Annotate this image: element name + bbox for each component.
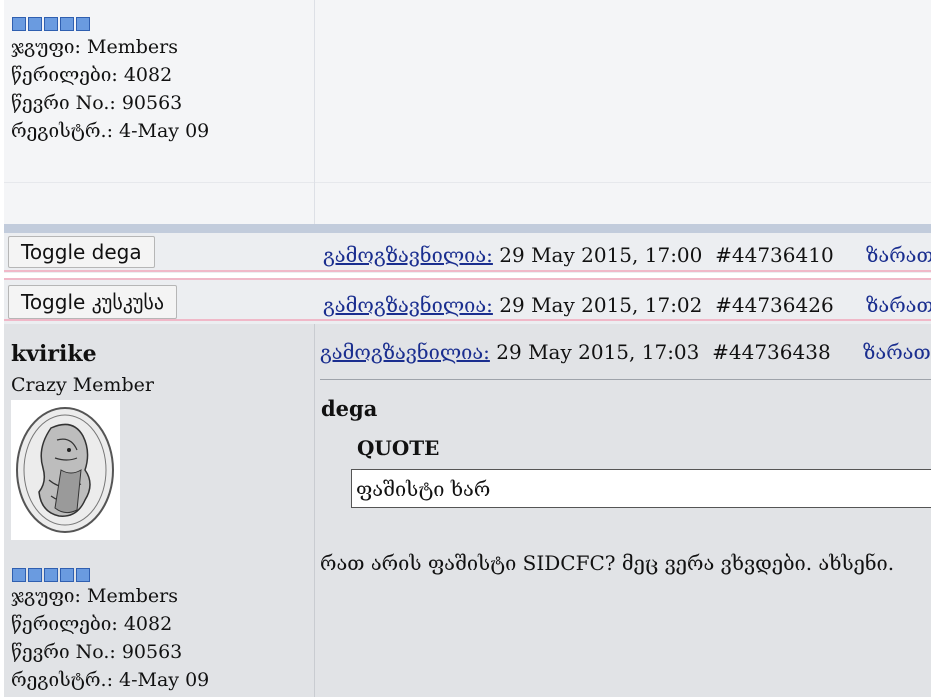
avatar — [11, 400, 120, 540]
post-meta: გამოგზავნილია: 29 May 2015, 17:03 #44736… — [320, 340, 931, 364]
user-post-count: წერილები: 4082 — [11, 613, 173, 635]
top-post-user-panel: ჯგუფი: Members წერილები: 4082 წევრი No.:… — [4, 0, 315, 224]
divider — [4, 182, 314, 183]
post-meta: გამოგზავნილია: 29 May 2015, 17:02 #44736… — [323, 293, 931, 317]
user-info: ჯგუფი: Members წერილები: 4082 წევრი No.:… — [11, 33, 209, 145]
row-border — [4, 270, 931, 272]
post-separator — [4, 224, 931, 233]
author-rank: Crazy Member — [11, 374, 154, 396]
row-border — [4, 278, 931, 280]
post-datetime: 29 May 2015, 17:03 — [496, 340, 700, 364]
row-border — [4, 319, 931, 321]
post-meta: გამოგზავნილია: 29 May 2015, 17:00 #44736… — [323, 243, 931, 267]
toggle-post-button[interactable]: Toggle dega — [8, 236, 155, 268]
rank-star-icon — [28, 17, 42, 31]
avatar-image — [11, 400, 120, 540]
post-content: გამოგზავნილია: 29 May 2015, 17:03 #44736… — [315, 324, 931, 697]
quote-author: dega — [321, 396, 378, 421]
top-post-content — [315, 0, 931, 224]
quote-box: ფაშისტი ხარ — [351, 469, 931, 508]
user-post-count: წერილები: 4082 — [11, 64, 173, 86]
karma-link[interactable]: ზარათი · — [866, 293, 931, 317]
toggle-post-button[interactable]: Toggle კუსკუსა — [8, 285, 178, 319]
user-member-number: წევრი No.: 90563 — [11, 641, 183, 663]
user-member-number: წევრი No.: 90563 — [11, 92, 183, 114]
post-datetime: 29 May 2015, 17:02 — [499, 293, 703, 317]
karma-link[interactable]: ზარათი · — [866, 243, 931, 267]
post-id[interactable]: #44736410 — [715, 243, 834, 267]
rank-star-icon — [76, 568, 90, 582]
quote-title: QUOTE — [357, 436, 440, 460]
collapsed-post-row: Toggle კუსკუსა გამოგზავნილია: 29 May 201… — [4, 278, 931, 324]
rank-star-icon — [12, 17, 26, 31]
user-registered: რეგისტრ.: 4-May 09 — [11, 669, 210, 691]
post-author-panel: kvirike Crazy Member ჯგუფი: Members წერი… — [4, 324, 314, 697]
user-info: ჯგუფი: Members წერილები: 4082 წევრი No.:… — [11, 582, 209, 694]
rank-star-icon — [76, 17, 90, 31]
post-datetime: 29 May 2015, 17:00 — [499, 243, 703, 267]
rank-star-icon — [44, 17, 58, 31]
posted-link[interactable]: გამოგზავნილია: — [320, 340, 490, 364]
collapsed-post-row: Toggle dega გამოგზავნილია: 29 May 2015, … — [4, 233, 931, 273]
posted-link[interactable]: გამოგზავნილია: — [323, 243, 493, 267]
rank-star-icon — [60, 568, 74, 582]
post-id[interactable]: #44736426 — [715, 293, 834, 317]
header-divider — [320, 379, 931, 380]
post-body: რათ არის ფაშისტი SIDCFC? მეც ვერა ვხვდებ… — [320, 551, 895, 575]
user-group: ჯგუფი: Members — [11, 585, 178, 607]
user-group: ჯგუფი: Members — [11, 36, 178, 58]
post-id[interactable]: #44736438 — [712, 340, 831, 364]
divider — [315, 182, 931, 183]
rank-star-icon — [12, 568, 26, 582]
author-username[interactable]: kvirike — [11, 341, 97, 367]
rank-star-icon — [28, 568, 42, 582]
rank-star-icon — [44, 568, 58, 582]
karma-link[interactable]: ზარათი · — [863, 340, 931, 364]
rank-star-icon — [60, 17, 74, 31]
posted-link[interactable]: გამოგზავნილია: — [323, 293, 493, 317]
user-registered: რეგისტრ.: 4-May 09 — [11, 120, 210, 142]
rank-stars — [12, 568, 90, 582]
rank-stars — [12, 17, 90, 31]
